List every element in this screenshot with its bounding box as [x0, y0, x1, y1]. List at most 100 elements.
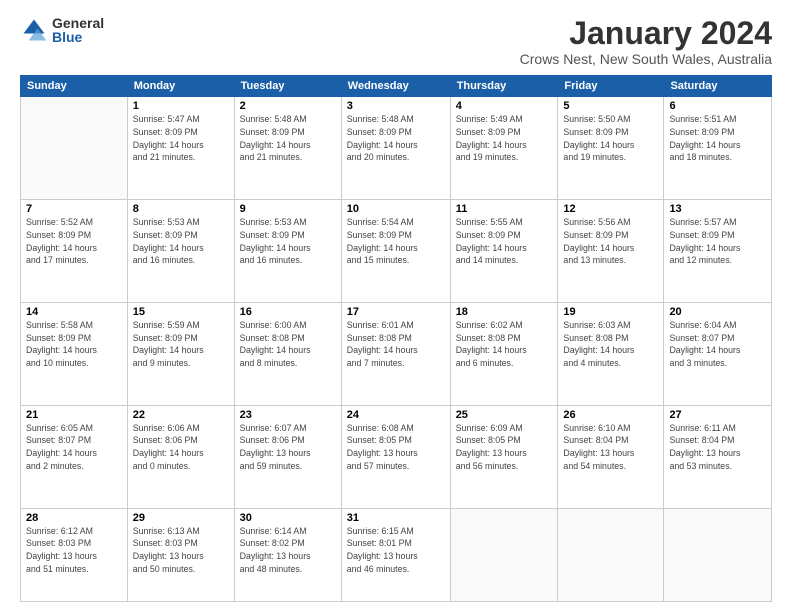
day-info: Sunrise: 6:00 AM Sunset: 8:08 PM Dayligh…: [240, 319, 336, 370]
header-cell-sunday: Sunday: [21, 76, 128, 97]
day-cell: 15Sunrise: 5:59 AM Sunset: 8:09 PM Dayli…: [127, 302, 234, 405]
day-info: Sunrise: 6:06 AM Sunset: 8:06 PM Dayligh…: [133, 422, 229, 473]
day-info: Sunrise: 5:53 AM Sunset: 8:09 PM Dayligh…: [240, 216, 336, 267]
day-number: 19: [563, 306, 658, 318]
day-cell: 18Sunrise: 6:02 AM Sunset: 8:08 PM Dayli…: [450, 302, 558, 405]
day-number: 21: [26, 409, 122, 421]
day-info: Sunrise: 5:55 AM Sunset: 8:09 PM Dayligh…: [456, 216, 553, 267]
day-info: Sunrise: 6:11 AM Sunset: 8:04 PM Dayligh…: [669, 422, 766, 473]
day-number: 17: [347, 306, 445, 318]
day-info: Sunrise: 5:51 AM Sunset: 8:09 PM Dayligh…: [669, 113, 766, 164]
day-info: Sunrise: 6:08 AM Sunset: 8:05 PM Dayligh…: [347, 422, 445, 473]
header-cell-monday: Monday: [127, 76, 234, 97]
day-number: 29: [133, 512, 229, 524]
calendar-table: SundayMondayTuesdayWednesdayThursdayFrid…: [20, 75, 772, 602]
week-row-1: 1Sunrise: 5:47 AM Sunset: 8:09 PM Daylig…: [21, 97, 772, 200]
day-cell: [21, 97, 128, 200]
day-info: Sunrise: 5:57 AM Sunset: 8:09 PM Dayligh…: [669, 216, 766, 267]
day-info: Sunrise: 6:07 AM Sunset: 8:06 PM Dayligh…: [240, 422, 336, 473]
day-info: Sunrise: 6:02 AM Sunset: 8:08 PM Dayligh…: [456, 319, 553, 370]
day-number: 18: [456, 306, 553, 318]
header-cell-tuesday: Tuesday: [234, 76, 341, 97]
day-cell: 7Sunrise: 5:52 AM Sunset: 8:09 PM Daylig…: [21, 200, 128, 303]
logo-icon: [20, 16, 48, 44]
day-number: 20: [669, 306, 766, 318]
day-cell: 10Sunrise: 5:54 AM Sunset: 8:09 PM Dayli…: [341, 200, 450, 303]
day-cell: 17Sunrise: 6:01 AM Sunset: 8:08 PM Dayli…: [341, 302, 450, 405]
day-number: 12: [563, 203, 658, 215]
day-cell: 19Sunrise: 6:03 AM Sunset: 8:08 PM Dayli…: [558, 302, 664, 405]
day-cell: 13Sunrise: 5:57 AM Sunset: 8:09 PM Dayli…: [664, 200, 772, 303]
day-number: 11: [456, 203, 553, 215]
day-cell: 12Sunrise: 5:56 AM Sunset: 8:09 PM Dayli…: [558, 200, 664, 303]
day-info: Sunrise: 6:03 AM Sunset: 8:08 PM Dayligh…: [563, 319, 658, 370]
day-info: Sunrise: 6:13 AM Sunset: 8:03 PM Dayligh…: [133, 525, 229, 576]
day-info: Sunrise: 5:48 AM Sunset: 8:09 PM Dayligh…: [240, 113, 336, 164]
day-number: 23: [240, 409, 336, 421]
calendar-body: 1Sunrise: 5:47 AM Sunset: 8:09 PM Daylig…: [21, 97, 772, 602]
day-cell: 29Sunrise: 6:13 AM Sunset: 8:03 PM Dayli…: [127, 508, 234, 602]
day-cell: 8Sunrise: 5:53 AM Sunset: 8:09 PM Daylig…: [127, 200, 234, 303]
day-info: Sunrise: 6:05 AM Sunset: 8:07 PM Dayligh…: [26, 422, 122, 473]
day-cell: 3Sunrise: 5:48 AM Sunset: 8:09 PM Daylig…: [341, 97, 450, 200]
day-info: Sunrise: 6:12 AM Sunset: 8:03 PM Dayligh…: [26, 525, 122, 576]
day-number: 4: [456, 100, 553, 112]
day-info: Sunrise: 5:59 AM Sunset: 8:09 PM Dayligh…: [133, 319, 229, 370]
day-cell: [558, 508, 664, 602]
logo-general-label: General: [52, 16, 104, 30]
day-number: 16: [240, 306, 336, 318]
week-row-2: 7Sunrise: 5:52 AM Sunset: 8:09 PM Daylig…: [21, 200, 772, 303]
day-info: Sunrise: 6:15 AM Sunset: 8:01 PM Dayligh…: [347, 525, 445, 576]
day-info: Sunrise: 6:09 AM Sunset: 8:05 PM Dayligh…: [456, 422, 553, 473]
day-number: 9: [240, 203, 336, 215]
day-number: 13: [669, 203, 766, 215]
day-number: 5: [563, 100, 658, 112]
day-number: 8: [133, 203, 229, 215]
day-info: Sunrise: 5:47 AM Sunset: 8:09 PM Dayligh…: [133, 113, 229, 164]
day-cell: 11Sunrise: 5:55 AM Sunset: 8:09 PM Dayli…: [450, 200, 558, 303]
header: General Blue January 2024 Crows Nest, Ne…: [20, 16, 772, 67]
day-info: Sunrise: 6:14 AM Sunset: 8:02 PM Dayligh…: [240, 525, 336, 576]
day-cell: 2Sunrise: 5:48 AM Sunset: 8:09 PM Daylig…: [234, 97, 341, 200]
day-info: Sunrise: 6:01 AM Sunset: 8:08 PM Dayligh…: [347, 319, 445, 370]
day-cell: 6Sunrise: 5:51 AM Sunset: 8:09 PM Daylig…: [664, 97, 772, 200]
day-number: 6: [669, 100, 766, 112]
day-number: 7: [26, 203, 122, 215]
day-cell: 21Sunrise: 6:05 AM Sunset: 8:07 PM Dayli…: [21, 405, 128, 508]
day-info: Sunrise: 5:53 AM Sunset: 8:09 PM Dayligh…: [133, 216, 229, 267]
day-cell: [450, 508, 558, 602]
logo-blue-label: Blue: [52, 30, 104, 44]
day-cell: 24Sunrise: 6:08 AM Sunset: 8:05 PM Dayli…: [341, 405, 450, 508]
day-cell: 20Sunrise: 6:04 AM Sunset: 8:07 PM Dayli…: [664, 302, 772, 405]
day-info: Sunrise: 5:50 AM Sunset: 8:09 PM Dayligh…: [563, 113, 658, 164]
day-cell: 16Sunrise: 6:00 AM Sunset: 8:08 PM Dayli…: [234, 302, 341, 405]
day-cell: 5Sunrise: 5:50 AM Sunset: 8:09 PM Daylig…: [558, 97, 664, 200]
day-number: 31: [347, 512, 445, 524]
day-info: Sunrise: 5:58 AM Sunset: 8:09 PM Dayligh…: [26, 319, 122, 370]
day-number: 27: [669, 409, 766, 421]
day-info: Sunrise: 5:52 AM Sunset: 8:09 PM Dayligh…: [26, 216, 122, 267]
header-cell-wednesday: Wednesday: [341, 76, 450, 97]
day-cell: 1Sunrise: 5:47 AM Sunset: 8:09 PM Daylig…: [127, 97, 234, 200]
header-cell-saturday: Saturday: [664, 76, 772, 97]
day-info: Sunrise: 6:04 AM Sunset: 8:07 PM Dayligh…: [669, 319, 766, 370]
day-number: 22: [133, 409, 229, 421]
subtitle: Crows Nest, New South Wales, Australia: [520, 51, 772, 67]
day-number: 26: [563, 409, 658, 421]
logo: General Blue: [20, 16, 104, 44]
day-number: 30: [240, 512, 336, 524]
title-block: January 2024 Crows Nest, New South Wales…: [520, 16, 772, 67]
day-info: Sunrise: 5:49 AM Sunset: 8:09 PM Dayligh…: [456, 113, 553, 164]
calendar-header: SundayMondayTuesdayWednesdayThursdayFrid…: [21, 76, 772, 97]
day-cell: 27Sunrise: 6:11 AM Sunset: 8:04 PM Dayli…: [664, 405, 772, 508]
day-info: Sunrise: 6:10 AM Sunset: 8:04 PM Dayligh…: [563, 422, 658, 473]
day-cell: 25Sunrise: 6:09 AM Sunset: 8:05 PM Dayli…: [450, 405, 558, 508]
day-cell: 23Sunrise: 6:07 AM Sunset: 8:06 PM Dayli…: [234, 405, 341, 508]
day-number: 28: [26, 512, 122, 524]
day-cell: 14Sunrise: 5:58 AM Sunset: 8:09 PM Dayli…: [21, 302, 128, 405]
week-row-3: 14Sunrise: 5:58 AM Sunset: 8:09 PM Dayli…: [21, 302, 772, 405]
day-cell: 26Sunrise: 6:10 AM Sunset: 8:04 PM Dayli…: [558, 405, 664, 508]
day-cell: 22Sunrise: 6:06 AM Sunset: 8:06 PM Dayli…: [127, 405, 234, 508]
day-info: Sunrise: 5:54 AM Sunset: 8:09 PM Dayligh…: [347, 216, 445, 267]
day-cell: 30Sunrise: 6:14 AM Sunset: 8:02 PM Dayli…: [234, 508, 341, 602]
